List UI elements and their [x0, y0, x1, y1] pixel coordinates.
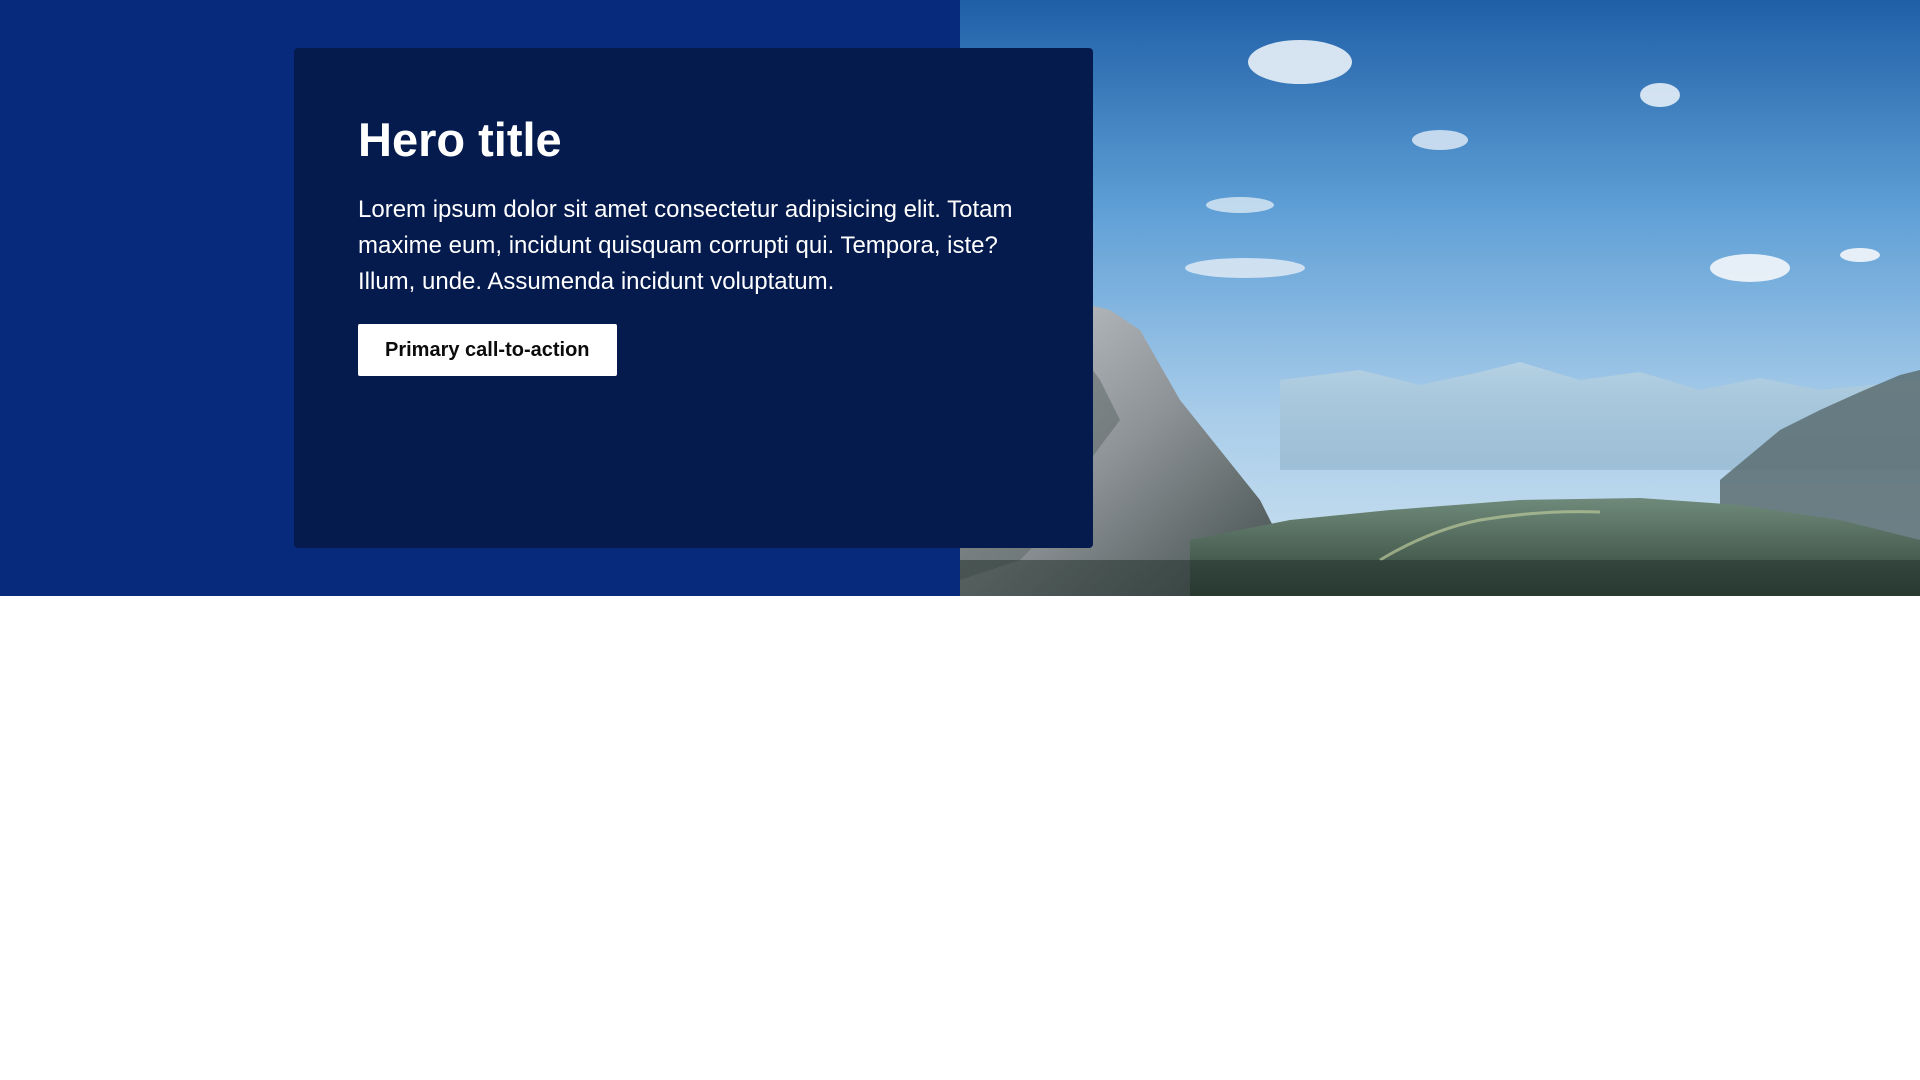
hero-description: Lorem ipsum dolor sit amet consectetur a… — [358, 196, 1013, 295]
hero-section: Hero title Lorem ipsum dolor sit amet co… — [0, 0, 1920, 596]
hero-mountain-image — [960, 0, 1920, 596]
hero-title: Hero title — [358, 113, 562, 166]
primary-cta-button[interactable]: Primary call-to-action — [358, 324, 617, 376]
hero-card: Hero title Lorem ipsum dolor sit amet co… — [294, 48, 1093, 548]
mountain-landscape-illustration — [960, 0, 1920, 596]
